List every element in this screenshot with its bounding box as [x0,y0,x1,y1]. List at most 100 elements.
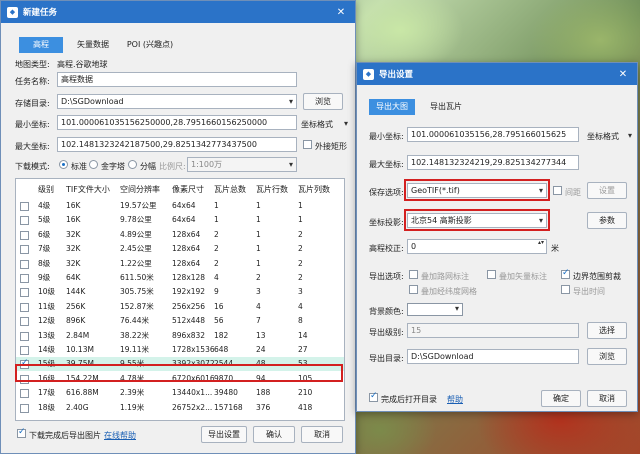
max-coord-label: 最大坐标: [369,160,404,169]
select-button[interactable]: 选择 [587,322,627,339]
road-overlay-checkbox[interactable] [409,270,418,279]
row-checkbox[interactable] [20,259,29,269]
store-dir-select[interactable]: D:\SGDownload [57,94,297,109]
interval-checkbox[interactable] [553,186,562,195]
row-checkbox[interactable] [20,403,29,413]
export-after-checkbox[interactable] [17,427,26,438]
coord-format-dropdown[interactable]: 坐标格式 [301,119,351,130]
table-row[interactable]: 18级 2.40G 1.19米 26752x2... 157168 376 418 [16,401,344,415]
boundary-clip-label: 边界范围剪裁 [573,272,621,281]
table-row[interactable]: 5级 16K 9.78公里 64x64 1 1 1 [16,213,344,227]
interval-label: 间距 [565,188,581,197]
online-help-link[interactable]: 在线帮助 [104,430,136,441]
cancel-button[interactable]: 取消 [301,426,343,443]
table-row[interactable]: 4级 16K 19.57公里 64x64 1 1 1 [16,199,344,213]
table-cell: 17级 [38,388,56,398]
confirm-button[interactable]: 确认 [253,426,295,443]
task-name-input[interactable]: 高程数据 [57,72,297,87]
vector-overlay-checkbox[interactable] [487,270,496,279]
table-cell: 27 [298,345,308,354]
table-cell: 2 [214,244,219,254]
table-cell: 1 [298,201,303,210]
tab-elevation[interactable]: 高程 [19,37,63,53]
table-cell: 64K [66,273,81,282]
grid-overlay-checkbox[interactable] [409,285,418,294]
elevation-input[interactable]: 0 [407,239,547,254]
export-level-label: 导出级别: [369,328,404,337]
row-checkbox[interactable] [20,245,29,255]
browse-button[interactable]: 浏览 [303,93,343,110]
row-checkbox[interactable] [20,389,29,399]
params-button[interactable]: 参数 [587,212,627,229]
mode-pyramid-label: 金字塔 [101,162,125,171]
boundary-clip-checkbox[interactable] [561,268,570,279]
row-checkbox[interactable] [20,331,29,341]
row-checkbox[interactable] [20,216,29,226]
tab-export-image[interactable]: 导出大图 [369,99,415,115]
table-cell: 611.50米 [120,273,154,282]
table-cell: 2.84M [66,330,90,340]
table-row[interactable]: 8级 32K 1.22公里 128x64 2 1 2 [16,257,344,271]
table-row[interactable]: 12级 896K 76.44米 512x448 56 7 8 [16,314,344,328]
tab-export-tiles[interactable]: 导出瓦片 [423,99,469,115]
row-checkbox[interactable] [20,346,29,355]
mode-tile-radio[interactable] [128,160,137,169]
bg-color-picker[interactable] [407,303,463,316]
coord-format-dropdown[interactable]: 坐标格式 [587,131,635,142]
table-row[interactable]: 10级 144K 305.75米 192x192 9 3 3 [16,285,344,299]
min-coord-input[interactable]: 101.000061035156250000,28.79516601562500… [57,115,297,130]
table-cell: 11级 [38,301,56,311]
table-cell: 1.22公里 [120,258,152,268]
table-cell: 32K [66,244,81,254]
table-cell: 3 [256,287,261,297]
browse-button[interactable]: 浏览 [587,348,627,365]
table-cell: 376 [256,402,271,412]
help-link[interactable]: 帮助 [447,394,463,405]
mode-standard-label: 标准 [71,162,87,171]
table-cell: 39480 [214,388,238,398]
app-icon: ◆ [363,68,374,80]
settings-button[interactable]: 设置 [587,182,627,199]
mode-pyramid-radio[interactable] [89,160,98,169]
max-coord-input[interactable]: 102.148132324219,29.825134277344 [407,155,579,170]
projection-highlight [404,209,550,231]
row-checkbox[interactable] [20,230,29,240]
table-row[interactable]: 13级 2.84M 38.22米 896x832 182 13 14 [16,329,344,343]
table-row[interactable]: 17级 616.88M 2.39米 13440x1... 39480 188 210 [16,386,344,400]
table-row[interactable]: 7级 32K 2.45公里 128x64 2 1 2 [16,242,344,256]
table-cell: 19.57公里 [120,201,157,210]
export-level-input[interactable]: 15 [407,323,579,338]
close-icon[interactable]: ✕ [333,7,349,18]
min-coord-input[interactable]: 101.000061035156,28.795166015625 [407,127,579,142]
row-checkbox[interactable] [20,288,29,298]
table-cell: 144K [66,287,86,297]
mode-standard-radio[interactable] [59,160,68,169]
ok-button[interactable]: 确定 [541,390,581,407]
export-dir-input[interactable]: D:\SGDownload [407,349,579,364]
row-checkbox[interactable] [20,302,29,312]
outer-rect-checkbox[interactable] [303,140,312,149]
table-cell: 1 [256,229,261,239]
table-cell: 56 [214,316,224,326]
open-after-checkbox[interactable] [369,391,378,402]
max-coord-input[interactable]: 102.1481323242187500,29.8251342773437500 [57,137,297,152]
table-row[interactable]: 6级 32K 4.89公里 128x64 2 1 2 [16,228,344,242]
table-row[interactable]: 14级 10.13M 19.11米 1728x1536 648 24 27 [16,343,344,357]
export-settings-button[interactable]: 导出设置 [201,426,247,443]
row-checkbox[interactable] [20,317,29,327]
tab-poi[interactable]: POI (兴趣点) [119,37,181,53]
col-tile-rows: 瓦片行数 [256,185,288,194]
table-row[interactable]: 11级 256K 152.87米 256x256 16 4 4 [16,300,344,314]
table-cell: 12级 [38,316,56,326]
scale-label: 比例尺: [159,162,186,171]
tab-vector[interactable]: 矢量数据 [69,37,117,53]
scale-select[interactable]: 1:100万 [187,157,297,172]
export-time-checkbox[interactable] [561,285,570,294]
store-dir-label: 存储目录: [15,99,50,108]
cancel-button[interactable]: 取消 [587,390,627,407]
table-row[interactable]: 9级 64K 611.50米 128x128 4 2 2 [16,271,344,285]
row-checkbox[interactable] [20,274,29,283]
close-icon[interactable]: ✕ [615,69,631,80]
row-checkbox[interactable] [20,202,29,211]
table-cell: 7 [256,316,261,326]
